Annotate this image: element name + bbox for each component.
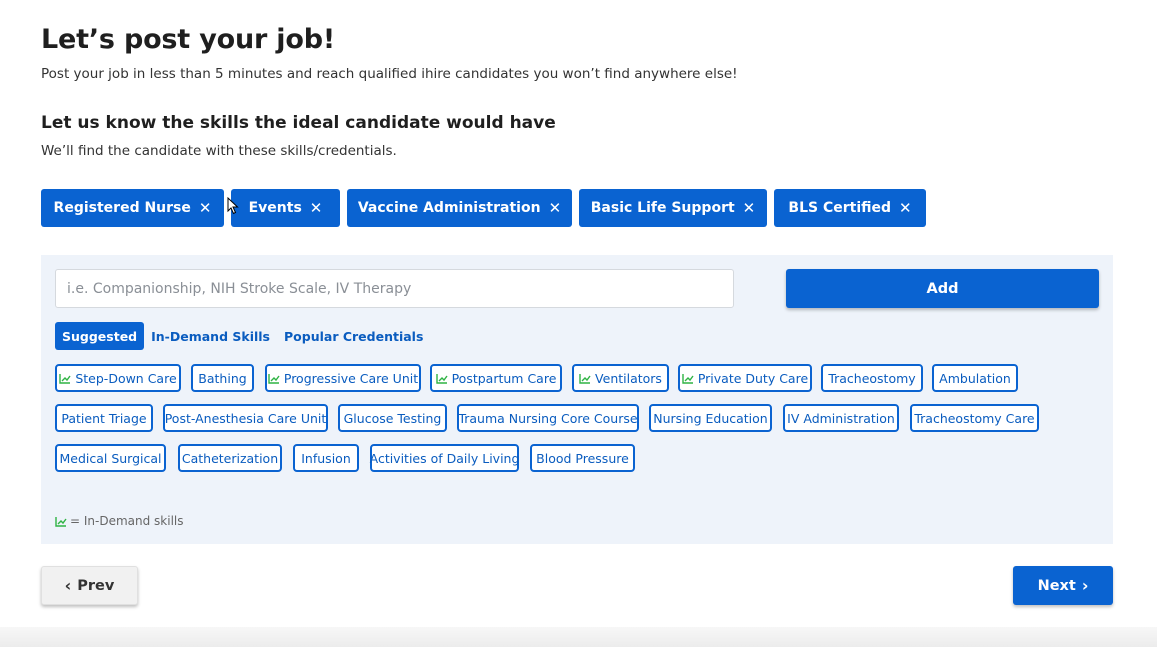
suggested-skill-chip[interactable]: Tracheostomy Care [910, 404, 1039, 432]
suggested-skill-chip[interactable]: Postpartum Care [430, 364, 562, 392]
tab-suggested[interactable]: Suggested [55, 322, 145, 350]
suggested-skill-chip[interactable]: Infusion [293, 444, 359, 472]
skill-search-input[interactable] [55, 269, 734, 308]
selected-skill-chip[interactable]: Basic Life Support ✕ [579, 189, 767, 227]
selected-skill-chip[interactable]: Registered Nurse ✕ [41, 189, 224, 227]
suggested-skill-chip[interactable]: Ambulation [932, 364, 1018, 392]
selected-skill-chip[interactable]: Vaccine Administration ✕ [347, 189, 572, 227]
skill-label: Postpartum Care [451, 370, 557, 386]
skill-label: Catheterization [181, 450, 279, 466]
page-title: Let’s post your job! [41, 24, 335, 55]
skill-label: Blood Pressure [536, 450, 629, 466]
skill-tabs: Suggested In-Demand Skills Popular Crede… [55, 322, 430, 350]
prev-label: Prev [77, 577, 115, 594]
skill-label: Private Duty Care [697, 370, 809, 386]
skill-label: Glucose Testing [343, 410, 442, 426]
skills-panel: Add Suggested In-Demand Skills Popular C… [41, 255, 1113, 544]
close-icon[interactable]: ✕ [199, 199, 212, 217]
trending-up-icon [682, 373, 694, 384]
suggested-skill-chip[interactable]: Private Duty Care [678, 364, 812, 392]
suggested-skill-chip[interactable]: Post-Anesthesia Care Unit [163, 404, 328, 432]
skill-label: Activities of Daily Living [369, 450, 520, 466]
selected-skill-label: BLS Certified [788, 200, 892, 216]
suggested-skill-chip[interactable]: Blood Pressure [530, 444, 635, 472]
skill-label: Tracheostomy Care [914, 410, 1035, 426]
skill-label: Post-Anesthesia Care Unit [164, 410, 327, 426]
suggested-skill-chip[interactable]: Trauma Nursing Core Course [457, 404, 639, 432]
suggested-skill-chip[interactable]: Bathing [191, 364, 254, 392]
add-button[interactable]: Add [786, 269, 1099, 308]
skill-label: Progressive Care Unit [283, 370, 419, 386]
trending-up-icon [59, 373, 71, 384]
suggested-skill-chip[interactable]: Tracheostomy [821, 364, 923, 392]
in-demand-legend: = In-Demand skills [55, 514, 184, 528]
tab-in-demand-skills[interactable]: In-Demand Skills [144, 322, 277, 350]
close-icon[interactable]: ✕ [310, 199, 323, 217]
suggested-skill-chip[interactable]: Ventilators [572, 364, 669, 392]
close-icon[interactable]: ✕ [743, 199, 756, 217]
suggested-skill-chip[interactable]: Nursing Education [649, 404, 772, 432]
close-icon[interactable]: ✕ [549, 199, 562, 217]
skill-label: IV Administration [787, 410, 895, 426]
next-button[interactable]: Next › [1013, 566, 1113, 605]
trending-up-icon [435, 373, 448, 384]
suggested-skill-chip[interactable]: Progressive Care Unit [265, 364, 421, 392]
skill-label: Trauma Nursing Core Course [458, 410, 638, 426]
page-subtitle: Post your job in less than 5 minutes and… [41, 66, 738, 82]
skills-section-title: Let us know the skills the ideal candida… [41, 113, 556, 133]
suggested-skill-chip[interactable]: Patient Triage [55, 404, 153, 432]
skill-label: Infusion [301, 450, 351, 466]
mouse-cursor-icon [227, 197, 239, 215]
trending-up-icon [579, 373, 591, 384]
skill-label: Tracheostomy [828, 370, 916, 386]
prev-button[interactable]: ‹ Prev [41, 566, 138, 605]
suggested-skill-chip[interactable]: IV Administration [783, 404, 899, 432]
skill-label: Nursing Education [653, 410, 768, 426]
chevron-right-icon: › [1081, 575, 1089, 595]
selected-skill-label: Vaccine Administration [357, 200, 541, 216]
legend-text: = In-Demand skills [70, 514, 184, 528]
selected-skill-chip[interactable]: Events ✕ [231, 189, 340, 227]
skills-section-subtitle: We’ll find the candidate with these skil… [41, 143, 397, 159]
trending-up-icon [268, 373, 280, 384]
suggested-skill-chip[interactable]: Glucose Testing [338, 404, 447, 432]
tab-popular-credentials[interactable]: Popular Credentials [277, 322, 430, 350]
skill-label: Step-Down Care [75, 370, 177, 386]
suggested-skill-chip[interactable]: Activities of Daily Living [370, 444, 519, 472]
skill-label: Ambulation [939, 370, 1011, 386]
selected-skill-chip[interactable]: BLS Certified ✕ [774, 189, 926, 227]
selected-skill-label: Events [248, 200, 302, 216]
skill-label: Bathing [198, 370, 247, 386]
skill-label: Medical Surgical [59, 450, 162, 466]
selected-skill-label: Registered Nurse [53, 200, 191, 216]
suggested-skill-chip[interactable]: Catheterization [178, 444, 282, 472]
suggested-skill-chip[interactable]: Step-Down Care [55, 364, 181, 392]
chevron-left-icon: ‹ [64, 575, 72, 595]
selected-skill-label: Basic Life Support [590, 200, 735, 216]
next-label: Next [1037, 577, 1076, 594]
trending-up-icon [55, 516, 67, 527]
suggested-skill-chip[interactable]: Medical Surgical [55, 444, 166, 472]
skill-label: Ventilators [595, 370, 662, 386]
close-icon[interactable]: ✕ [899, 199, 912, 217]
footer-bar [0, 627, 1157, 647]
skill-label: Patient Triage [61, 410, 147, 426]
